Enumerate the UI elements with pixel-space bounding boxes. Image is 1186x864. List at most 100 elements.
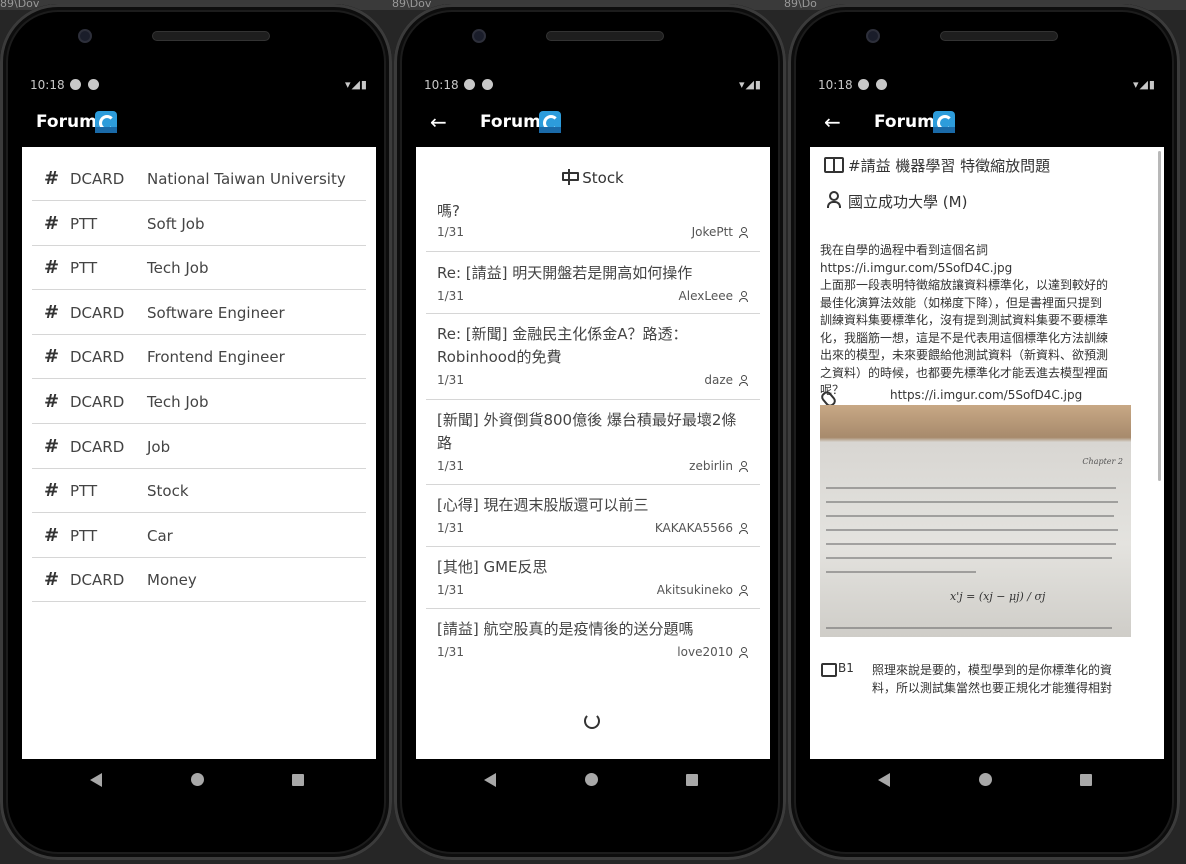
board-source: PTT [70, 259, 98, 278]
phone-post-detail: 10:18 ▾◢▮ ← Forum #請益 機器學習 特徵縮放問題 國立成功大學… [788, 4, 1180, 860]
post-date: 1/31 [437, 583, 464, 597]
post-body-line: https://i.imgur.com/5SofD4C.jpg [820, 260, 1013, 275]
comment-floor: B1 [838, 661, 854, 675]
post-item[interactable]: [新聞] 外資倒貨800億後 爆台積最好最壞2條路 1/31 zebirlin [426, 399, 760, 485]
nav-recents-icon[interactable] [686, 774, 698, 786]
photo-text-line [826, 515, 1114, 517]
notification-icon [464, 79, 475, 90]
back-arrow-icon[interactable]: ← [824, 110, 841, 134]
board-source: PTT [70, 482, 98, 501]
board-name: Job [147, 437, 171, 456]
post-item[interactable]: [其他] GME反思 1/31 Akitsukineko [426, 546, 760, 609]
post-author: love2010 [677, 645, 733, 659]
scrollbar[interactable] [1158, 151, 1161, 481]
board-source: DCARD [70, 303, 125, 322]
nav-back-icon[interactable] [90, 773, 102, 787]
refresh-icon[interactable] [584, 713, 600, 729]
post-title: Re: [請益] 明天開盤若是開高如何操作 [437, 264, 693, 282]
nav-home-icon[interactable] [191, 773, 204, 786]
post-item[interactable]: 嗎? 1/31 JokePtt [426, 197, 760, 252]
attachment-link[interactable]: https://i.imgur.com/5SofD4C.jpg [890, 388, 1082, 402]
book-icon [824, 157, 844, 173]
post-date: 1/31 [437, 225, 464, 239]
person-icon [739, 585, 748, 596]
post-title: [新聞] 外資倒貨800億後 爆台積最好最壞2條路 [437, 411, 737, 452]
board-row[interactable]: # PTT Stock [32, 468, 366, 514]
nav-recents-icon[interactable] [1080, 774, 1092, 786]
comment-icon [821, 663, 837, 677]
post-item[interactable]: [請益] 航空股真的是疫情後的送分題嗎 1/31 love2010 [426, 608, 760, 669]
hash-icon: # [44, 524, 60, 546]
board-row[interactable]: # DCARD Money [32, 557, 366, 603]
app-bar: Forum [22, 99, 376, 147]
post-date: 1/31 [437, 459, 464, 473]
person-icon [739, 647, 748, 658]
window-title-fragment: 89\Dov [392, 0, 432, 10]
post-author: AlexLeee [678, 289, 733, 303]
wave-icon [95, 111, 117, 133]
notification-icon [70, 79, 81, 90]
photo-text-line [826, 627, 1112, 629]
nav-home-icon[interactable] [585, 773, 598, 786]
wave-icon [933, 111, 955, 133]
post-body-line: 化，我腦筋一想，這是不是代表用這個標準化方法訓練 [820, 330, 1109, 345]
person-icon [739, 227, 748, 238]
hash-icon: # [44, 391, 60, 412]
nav-back-icon[interactable] [878, 773, 890, 787]
post-title: [請益] 航空股真的是疫情後的送分題嗎 [437, 620, 694, 638]
board-source: DCARD [70, 170, 125, 188]
board-name: Frontend Engineer [147, 348, 285, 367]
sync-icon [482, 79, 493, 90]
hash-icon: # [44, 257, 60, 279]
post-date: 1/31 [437, 289, 464, 303]
post-author: zebirlin [689, 459, 733, 473]
board-source: DCARD [70, 393, 125, 411]
post-title: Re: [新聞] 金融民主化係金A？路透：Robinhood的免費 [437, 325, 688, 366]
post-body-line: 上面那一段表明特徵縮放讓資料標準化，以達到較好的 [820, 278, 1109, 292]
board-row[interactable]: # PTT Tech Job [32, 245, 366, 291]
person-icon [739, 375, 748, 386]
post-date: 1/31 [437, 373, 464, 387]
board-row[interactable]: # DCARD National Taiwan University [32, 156, 366, 201]
post-item[interactable]: Re: [請益] 明天開盤若是開高如何操作 1/31 AlexLeee [426, 252, 760, 314]
post-author: KAKAKA5566 [654, 521, 733, 535]
nav-recents-icon[interactable] [292, 774, 304, 786]
post-item[interactable]: Re: [新聞] 金融民主化係金A？路透：Robinhood的免費 1/31 daz… [426, 313, 760, 400]
speaker-grille [546, 31, 664, 41]
board-name: Money [147, 571, 197, 590]
screen: 10:18 ▾◢▮ ← Forum Stock 嗎? 1/31 JokePtt Re:… [416, 72, 770, 759]
sync-icon [88, 79, 99, 90]
board-source: PTT [70, 526, 98, 545]
attached-photo[interactable]: Chapter 2 x'j = (xj − μj) / σj [820, 405, 1131, 637]
board-name: National Taiwan University [147, 170, 346, 188]
wave-icon [539, 111, 561, 133]
board-row[interactable]: # DCARD Software Engineer [32, 290, 366, 335]
board-source: DCARD [70, 437, 125, 456]
nav-home-icon[interactable] [979, 773, 992, 786]
board-row[interactable]: # DCARD Frontend Engineer [32, 334, 366, 380]
speaker-grille [940, 31, 1058, 41]
speaker-grille [152, 31, 270, 41]
post-date: 1/31 [437, 521, 464, 535]
nav-back-icon[interactable] [484, 773, 496, 787]
board-row[interactable]: # DCARD Tech Job [32, 379, 366, 424]
system-nav-bar [796, 759, 1172, 803]
screen: 10:18 ▾◢▮ Forum # DCARD National Taiwan Un… [22, 72, 376, 759]
board-row[interactable]: # DCARD Job [32, 424, 366, 469]
camera-icon [78, 29, 92, 43]
app-bar: ← Forum [810, 99, 1164, 147]
back-arrow-icon[interactable]: ← [430, 110, 447, 134]
post-list: Stock 嗎? 1/31 JokePtt Re: [請益] 明天開盤若是開高如何操作… [416, 147, 770, 759]
post-item[interactable]: [心得] 現在週末股版還可以前三 1/31 KAKAKA5566 [426, 484, 760, 547]
board-name: Soft Job [147, 214, 205, 233]
board-row[interactable]: # PTT Soft Job [32, 201, 366, 246]
hash-icon: # [44, 435, 60, 457]
post-detail: #請益 機器學習 特徵縮放問題 國立成功大學 (M) 我在自學的過程中看到這個名… [810, 147, 1164, 759]
post-title: 嗎? [437, 202, 460, 220]
person-icon [739, 461, 748, 472]
notification-icon [858, 79, 869, 90]
board-name: Tech Job [147, 259, 209, 278]
board-row[interactable]: # PTT Car [32, 513, 366, 558]
hash-icon: # [44, 212, 60, 234]
system-nav-bar [8, 759, 384, 803]
